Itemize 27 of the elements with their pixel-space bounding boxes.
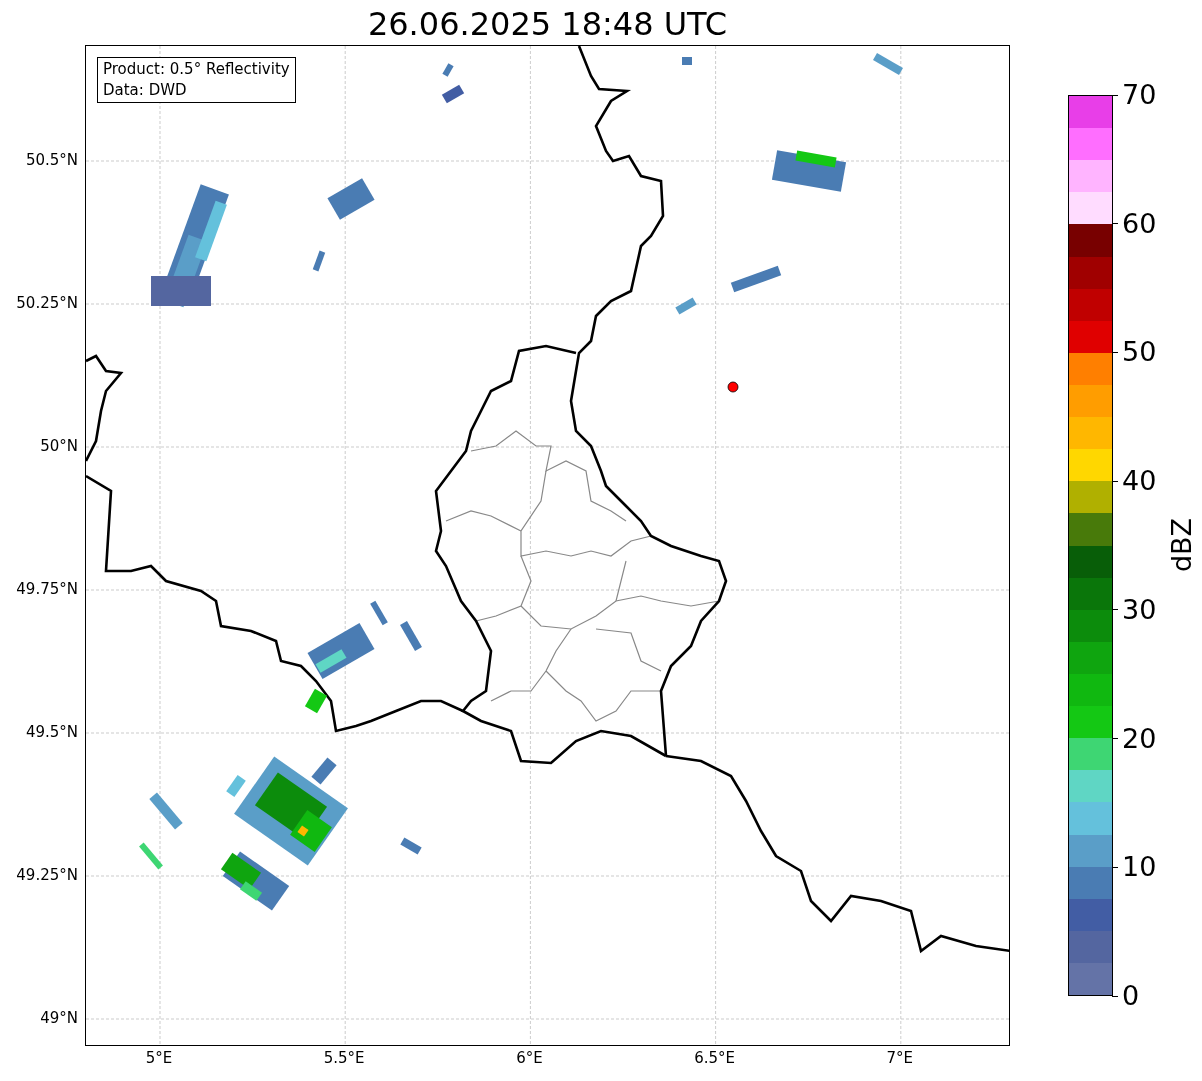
y-tick-label: 49.25°N — [16, 865, 78, 885]
radar-echo — [442, 63, 454, 77]
colorbar-tick-label: 30 — [1122, 593, 1157, 626]
colorbar-tick-label: 70 — [1122, 79, 1157, 111]
colorbar-tick-label: 50 — [1122, 336, 1157, 369]
x-tick-label: 6°E — [516, 1048, 543, 1068]
x-tick-label: 5.5°E — [323, 1048, 365, 1068]
radar-echo — [682, 57, 692, 65]
y-tick-label: 49.5°N — [25, 722, 78, 742]
y-tick-label: 50°N — [40, 436, 78, 456]
info-text: Data: DWD — [103, 80, 188, 101]
x-tick-label: 5°E — [145, 1048, 173, 1068]
x-tick-label: 6.5°E — [694, 1048, 735, 1068]
y-tick-label: 50.5°N — [25, 150, 78, 170]
chart-title: 26.06.2025 18:48 UTC — [366, 4, 729, 44]
colorbar-tick-label: 0 — [1122, 980, 1140, 1012]
colorbar-tick-label: 60 — [1122, 207, 1157, 240]
colorbar-tick-label: 40 — [1122, 465, 1157, 498]
x-tick-label: 7°E — [886, 1048, 914, 1068]
y-tick-label: 50.25°N — [16, 293, 78, 313]
colorbar-tick-label: 10 — [1122, 851, 1157, 884]
y-tick-label: 49.75°N — [16, 579, 78, 599]
info-text: Product: 0.5° Reflectivity — [103, 59, 290, 80]
colorbar-label: dBZ — [1166, 517, 1198, 573]
colorbar-tick-label: 20 — [1122, 722, 1157, 755]
radar-echo — [312, 250, 326, 272]
y-tick-label: 49°N — [40, 1008, 78, 1028]
